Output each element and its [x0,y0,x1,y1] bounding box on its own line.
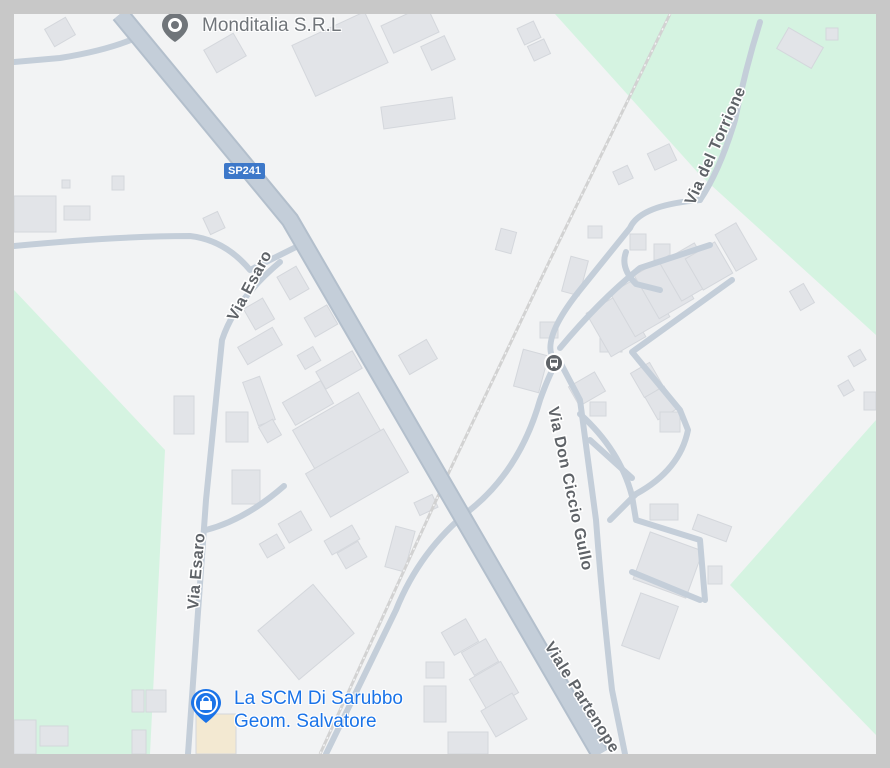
bus-stop-icon [544,353,564,373]
poi-la-scm-label-line1: La SCM Di Sarubbo [234,688,403,709]
transit-stop[interactable] [544,353,564,373]
map-pin-icon [162,14,188,42]
shopping-bag-icon [191,689,221,723]
poi-la-scm-label-line2: Geom. Salvatore [234,711,377,732]
poi-monditalia-label: Monditalia S.R.L [202,15,342,36]
road-shield-sp241: SP241 [224,163,266,179]
map-canvas[interactable]: Monditalia S.R.L La SCM Di Sarubbo Geom.… [14,14,876,754]
